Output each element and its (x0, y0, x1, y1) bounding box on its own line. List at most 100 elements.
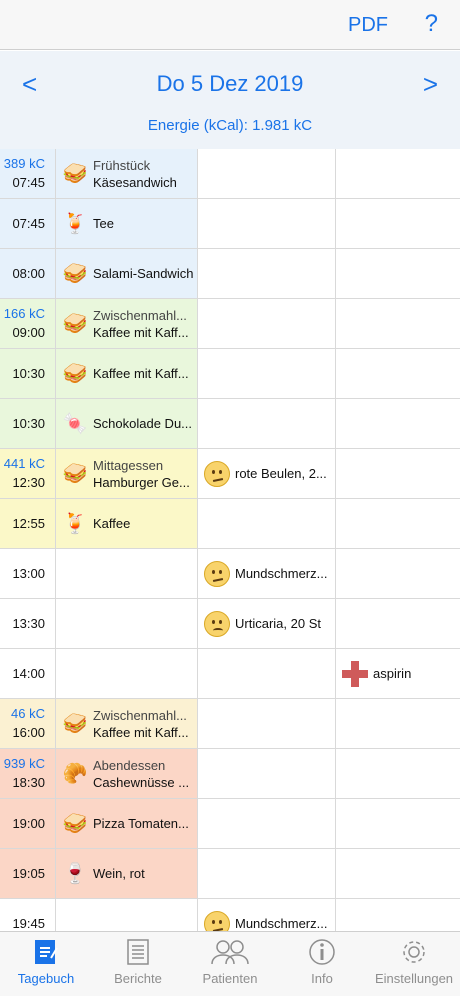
symptom-entry[interactable]: rote Beulen, 2... (198, 449, 335, 498)
sandwich-icon: 🥪 (62, 163, 88, 185)
symptom-description: Mundschmerz... (235, 566, 328, 581)
diary-row: 13:00 Mundschmerz... (0, 549, 460, 599)
reports-icon (92, 938, 184, 966)
meal-cell (56, 599, 198, 648)
calories-label: 166 kC (3, 306, 45, 321)
symptom-entry[interactable]: Mundschmerz... (198, 549, 335, 598)
symptom-description: rote Beulen, 2... (235, 466, 327, 481)
meal-cell: 🍷 Wein, rot (56, 849, 198, 898)
croissant-icon: 🥐 (62, 763, 88, 785)
meal-entry[interactable]: 🍹 Kaffee (56, 499, 197, 548)
meal-entry[interactable]: 🥪 Mittagessen Hamburger Ge... (56, 449, 197, 498)
meal-entry[interactable]: 🥪 Pizza Tomaten... (56, 799, 197, 848)
time-label: 08:00 (12, 266, 45, 281)
medication-entry[interactable]: aspirin (336, 649, 460, 698)
medication-cell (336, 449, 460, 498)
meal-description: Kaffee (93, 516, 131, 531)
time-cell: 441 kC 12:30 (0, 449, 56, 498)
calories-label: 46 kC (11, 706, 45, 721)
diary-row: 10:30 🍬 Schokolade Du... (0, 399, 460, 449)
tab-bar: Tagebuch Berichte Patienten Info Einstellung… (0, 931, 460, 996)
meal-cell: 🍬 Schokolade Du... (56, 399, 198, 448)
date-navigation: < Do 5 Dez 2019 > Energie (kCal): 1.981 … (0, 51, 460, 149)
meal-cell: 🥪 Pizza Tomaten... (56, 799, 198, 848)
meal-entry[interactable]: 🥪 Zwischenmahl... Kaffee mit Kaff... (56, 299, 197, 348)
current-date: Do 5 Dez 2019 (156, 71, 304, 96)
meal-entry[interactable]: 🥐 Abendessen Cashewnüsse ... (56, 749, 197, 798)
meal-category: Mittagessen (93, 457, 164, 473)
tab-info[interactable]: Info (276, 932, 368, 996)
medication-cross-icon (342, 660, 368, 687)
next-day-button[interactable]: > (423, 69, 438, 100)
symptom-cell (198, 399, 336, 448)
medication-cell (336, 149, 460, 198)
time-label: 09:00 (12, 325, 45, 340)
meal-category: Frühstück (93, 157, 151, 173)
time-cell: 19:05 (0, 849, 56, 898)
symptom-entry[interactable]: Urticaria, 20 St (198, 599, 335, 648)
symptom-entry[interactable]: Mundschmerz... (198, 899, 335, 931)
symptom-description: Mundschmerz... (235, 916, 328, 931)
meal-description: Wein, rot (93, 866, 145, 881)
tab-tagebuch[interactable]: Tagebuch (0, 932, 92, 996)
energy-summary: Energie (kCal): 1.981 kC (147, 117, 313, 134)
meal-entry[interactable]: 🥪 Zwischenmahl... Kaffee mit Kaff... (56, 699, 197, 748)
tab-berichte[interactable]: Berichte (92, 932, 184, 996)
symptom-cell (198, 149, 336, 198)
symptom-cell (198, 649, 336, 698)
medication-cell (336, 599, 460, 648)
meal-cell: 🥪 Salami-Sandwich (56, 249, 198, 298)
pdf-button[interactable]: PDF (348, 14, 388, 37)
meal-text: Pizza Tomaten... (93, 815, 189, 832)
neutral-face-icon (204, 560, 230, 587)
meal-text: Mittagessen Hamburger Ge... (93, 457, 190, 491)
diary-row: 46 kC 16:00 🥪 Zwischenmahl... Kaffee mit Kaf… (0, 699, 460, 749)
meal-cell: 🥐 Abendessen Cashewnüsse ... (56, 749, 198, 798)
meal-text: Tee (93, 215, 114, 232)
settings-icon (368, 938, 460, 966)
diary-row: 07:45 🍹 Tee (0, 199, 460, 249)
symptom-cell: Urticaria, 20 St (198, 599, 336, 648)
help-button[interactable]: ? (425, 10, 438, 38)
calories-label: 389 kC (3, 156, 45, 171)
meal-description: Käsesandwich (93, 174, 177, 190)
symptom-cell (198, 799, 336, 848)
meal-entry[interactable]: 🍬 Schokolade Du... (56, 399, 197, 448)
symptom-cell (198, 699, 336, 748)
diary-icon (0, 938, 92, 966)
meal-entry[interactable]: 🍹 Tee (56, 199, 197, 248)
patients-icon (184, 938, 276, 966)
diary-row: 10:30 🥪 Kaffee mit Kaff... (0, 349, 460, 399)
meal-text: Wein, rot (93, 865, 145, 882)
time-label: 18:30 (12, 775, 45, 790)
tab-label: Patienten (202, 971, 258, 986)
time-label: 10:30 (12, 416, 45, 431)
time-cell: 939 kC 18:30 (0, 749, 56, 798)
meal-cell (56, 899, 198, 931)
tab-label: Einstellungen (374, 971, 454, 986)
diary-row: 19:00 🥪 Pizza Tomaten... (0, 799, 460, 849)
top-bar: PDF ? (0, 0, 460, 50)
meal-description: Cashewnüsse ... (93, 774, 190, 790)
diary-row: 441 kC 12:30 🥪 Mittagessen Hamburger Ge... ro… (0, 449, 460, 499)
sad-face-icon (204, 610, 230, 637)
time-cell: 14:00 (0, 649, 56, 698)
tab-patienten[interactable]: Patienten (184, 932, 276, 996)
tab-label: Info (311, 971, 333, 986)
meal-entry[interactable]: 🍷 Wein, rot (56, 849, 197, 898)
tab-einstellungen[interactable]: Einstellungen (368, 932, 460, 996)
symptom-cell (198, 749, 336, 798)
meal-cell: 🍹 Kaffee (56, 499, 198, 548)
time-label: 13:00 (12, 566, 45, 581)
medication-cell (336, 299, 460, 348)
meal-entry[interactable]: 🥪 Kaffee mit Kaff... (56, 349, 197, 398)
meal-entry[interactable]: 🥪 Frühstück Käsesandwich (56, 149, 197, 198)
meal-text: Salami-Sandwich (93, 265, 193, 282)
time-cell: 46 kC 16:00 (0, 699, 56, 748)
time-label: 12:55 (12, 516, 45, 531)
meal-text: Abendessen Cashewnüsse ... (93, 757, 189, 791)
diary-row: 19:45 Mundschmerz... (0, 899, 460, 931)
meal-entry[interactable]: 🥪 Salami-Sandwich (56, 249, 197, 298)
meal-category: Zwischenmahl... (93, 307, 187, 323)
medication-cell (336, 799, 460, 848)
